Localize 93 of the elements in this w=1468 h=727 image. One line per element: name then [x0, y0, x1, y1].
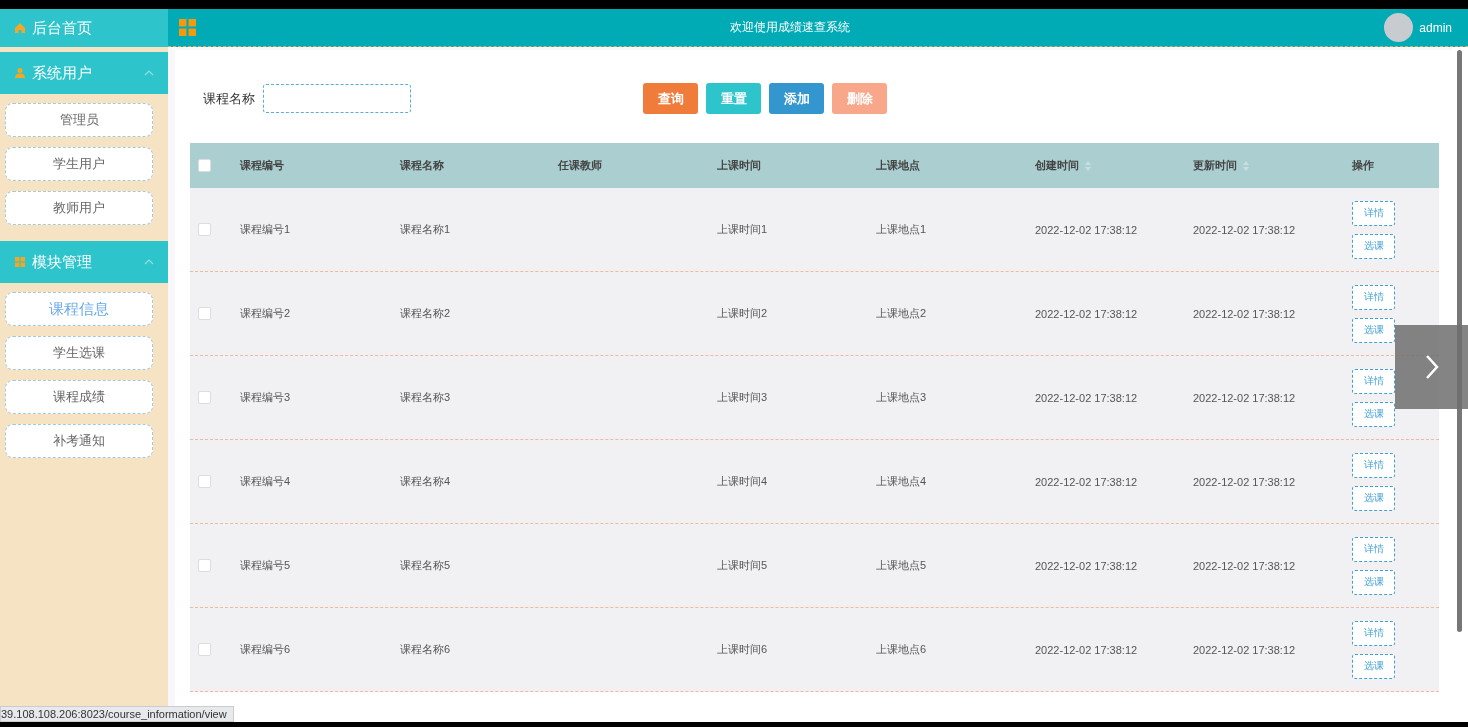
row-action-button[interactable]: 选课: [1352, 233, 1395, 259]
row-checkbox[interactable]: [198, 643, 211, 656]
grid-icon[interactable]: [179, 19, 196, 36]
row-checkbox[interactable]: [198, 475, 211, 488]
table-cell: 2022-12-02 17:38:12: [1193, 643, 1296, 656]
house-icon: [14, 22, 26, 34]
sidebar-item[interactable]: 管理员: [5, 103, 153, 137]
sidebar-item[interactable]: 学生用户: [5, 147, 153, 181]
row-action-button[interactable]: 选课: [1352, 401, 1395, 427]
table-cell: 课程编号4: [240, 475, 291, 487]
search-field[interactable]: [263, 84, 411, 113]
table-cell: 2022-12-02 17:38:12: [1035, 643, 1138, 656]
column-header: 创建时间: [1035, 158, 1079, 173]
table-cell: 上课地点6: [876, 643, 927, 655]
row-action-button[interactable]: 选课: [1352, 485, 1395, 511]
table-cell: 课程编号5: [240, 559, 291, 571]
sidebar-item[interactable]: 学生选课: [5, 336, 153, 370]
chevron-icon: [144, 259, 154, 265]
table-cell: 课程编号1: [240, 223, 291, 235]
table-cell: 上课时间3: [717, 391, 768, 403]
table-cell: 上课时间5: [717, 559, 768, 571]
table-cell: 课程编号3: [240, 391, 291, 403]
row-checkbox[interactable]: [198, 223, 211, 236]
row-action-button[interactable]: 选课: [1352, 653, 1395, 679]
table-cell: 上课时间2: [717, 307, 768, 319]
sidebar-item[interactable]: 课程信息: [5, 292, 153, 326]
sidebar-item[interactable]: 课程成绩: [5, 380, 153, 414]
column-header: 上课时间: [717, 158, 761, 173]
table-cell: 上课时间1: [717, 223, 768, 235]
table-cell: 2022-12-02 17:38:12: [1035, 223, 1138, 236]
header-title: 欢迎使用成绩速查系统: [729, 19, 852, 36]
row-action-button[interactable]: 选课: [1352, 317, 1395, 343]
row-action-button[interactable]: 详情: [1352, 200, 1395, 226]
table-cell: 2022-12-02 17:38:12: [1035, 391, 1138, 404]
table-cell: 2022-12-02 17:38:12: [1193, 223, 1296, 236]
column-header: 上课地点: [876, 158, 920, 173]
next-arrow-button[interactable]: [1395, 325, 1468, 409]
row-action-button[interactable]: 详情: [1352, 620, 1395, 646]
sort-icon[interactable]: [1085, 160, 1091, 171]
table-cell: 2022-12-02 17:38:12: [1035, 475, 1138, 488]
column-header: 操作: [1352, 158, 1374, 173]
select-all-checkbox[interactable]: [198, 159, 211, 172]
row-checkbox[interactable]: [198, 391, 211, 404]
menu-group-header[interactable]: 模块管理: [0, 241, 168, 283]
table-cell: 课程名称6: [400, 643, 451, 655]
action-button[interactable]: 删除: [832, 83, 887, 114]
row-action-button[interactable]: 详情: [1352, 536, 1395, 562]
column-header: 课程名称: [400, 158, 444, 173]
search-label: 课程名称: [203, 89, 255, 108]
table-cell: 课程编号2: [240, 307, 291, 319]
sidebar-item[interactable]: 教师用户: [5, 191, 153, 225]
avatar[interactable]: [1384, 13, 1414, 42]
sidebar-home-link[interactable]: 后台首页: [0, 9, 168, 47]
action-button[interactable]: 添加: [769, 83, 824, 114]
table-cell: 2022-12-02 17:38:12: [1035, 307, 1138, 320]
row-action-button[interactable]: 详情: [1352, 452, 1395, 478]
sort-icon[interactable]: [1243, 160, 1249, 171]
sidebar-item[interactable]: 补考通知: [5, 424, 153, 458]
action-button[interactable]: 查询: [643, 83, 698, 114]
menu-group-header[interactable]: 系统用户: [0, 52, 168, 94]
row-action-button[interactable]: 详情: [1352, 284, 1395, 310]
table-cell: 2022-12-02 17:38:12: [1193, 307, 1296, 320]
row-action-button[interactable]: 详情: [1352, 368, 1395, 394]
table-cell: 上课地点4: [876, 475, 927, 487]
table-cell: 上课时间6: [717, 643, 768, 655]
table-cell: 课程名称4: [400, 475, 451, 487]
table-cell: 课程编号6: [240, 643, 291, 655]
table-cell: 课程名称5: [400, 559, 451, 571]
table-cell: 上课地点2: [876, 307, 927, 319]
table-cell: 2022-12-02 17:38:12: [1035, 559, 1138, 572]
person-icon: [14, 67, 26, 79]
table-cell: 课程名称2: [400, 307, 451, 319]
row-checkbox[interactable]: [198, 559, 211, 572]
table-cell: 上课地点5: [876, 559, 927, 571]
table-cell: 上课地点3: [876, 391, 927, 403]
chevron-icon: [144, 70, 154, 76]
column-header: 更新时间: [1193, 158, 1237, 173]
table-cell: 课程名称3: [400, 391, 451, 403]
table-cell: 上课时间4: [717, 475, 768, 487]
row-checkbox[interactable]: [198, 307, 211, 320]
action-button[interactable]: 重置: [706, 83, 761, 114]
grid-icon: [14, 256, 26, 268]
chevron-right-icon: [1424, 354, 1439, 380]
row-action-button[interactable]: 选课: [1352, 569, 1395, 595]
column-header: 任课教师: [558, 158, 602, 173]
table-cell: 2022-12-02 17:38:12: [1193, 391, 1296, 404]
table-cell: 课程名称1: [400, 223, 451, 235]
table-cell: 2022-12-02 17:38:12: [1193, 475, 1296, 488]
table-cell: 上课地点1: [876, 223, 927, 235]
status-url: 39.108.108.206:8023/course_information/view: [0, 706, 234, 722]
column-header: 课程编号: [240, 158, 284, 173]
user-name[interactable]: admin: [1419, 20, 1452, 35]
table-cell: 2022-12-02 17:38:12: [1193, 559, 1296, 572]
